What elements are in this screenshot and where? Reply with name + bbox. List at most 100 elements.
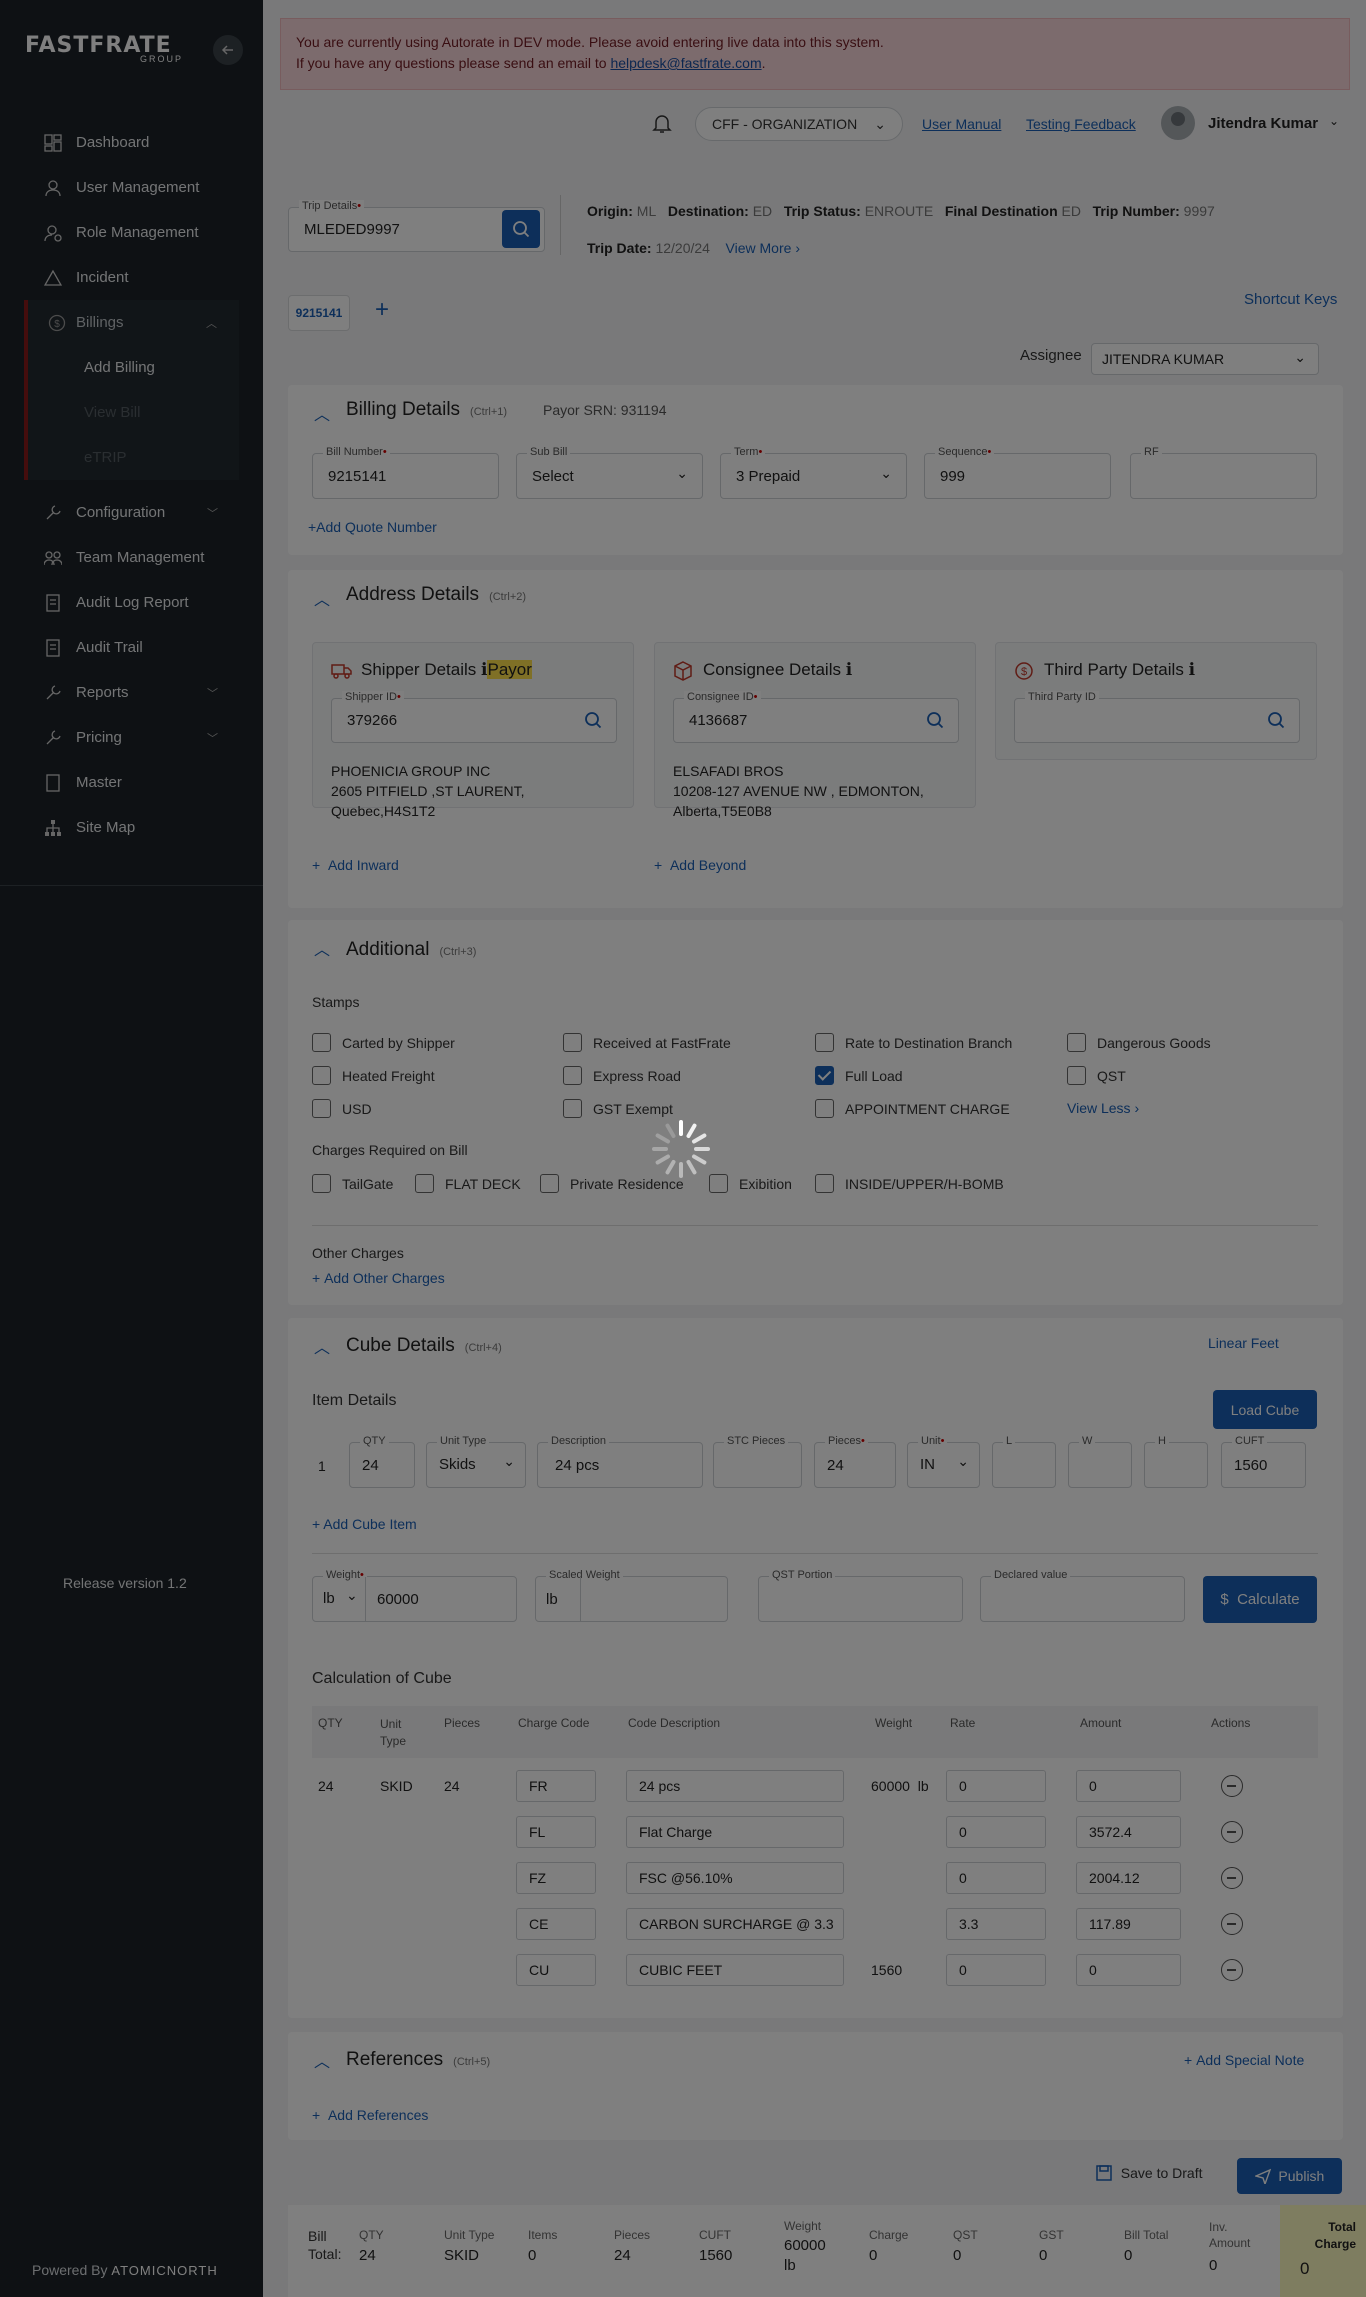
add-cube-item-link[interactable]: + Add Cube Item xyxy=(312,1516,417,1532)
height-field[interactable]: H xyxy=(1144,1435,1208,1488)
rate-input[interactable]: 0 xyxy=(946,1954,1046,1986)
checkbox-usd[interactable] xyxy=(312,1099,331,1118)
add-inward-link[interactable]: + Add Inward xyxy=(312,857,399,873)
sidebar-item-billings[interactable]: $ Billings ︿ xyxy=(28,300,239,345)
sidebar-item-site-map[interactable]: Site Map xyxy=(0,805,263,850)
code-description-input[interactable]: FSC @56.10% xyxy=(626,1862,844,1894)
checkbox-flat-deck[interactable] xyxy=(415,1174,434,1193)
checkbox-qst[interactable] xyxy=(1067,1066,1086,1085)
amount-input[interactable]: 3572.4 xyxy=(1076,1816,1181,1848)
user-name[interactable]: Jitendra Kumar xyxy=(1208,115,1318,132)
remove-row-icon[interactable] xyxy=(1221,1959,1243,1981)
amount-input[interactable]: 117.89 xyxy=(1076,1908,1181,1940)
collapse-sidebar-button[interactable] xyxy=(213,35,243,65)
sidebar-item-incident[interactable]: Incident xyxy=(0,255,263,300)
search-icon[interactable] xyxy=(926,711,944,729)
remove-row-icon[interactable] xyxy=(1221,1867,1243,1889)
weight-field[interactable]: Weight• lb ⌄ 60000 xyxy=(312,1569,517,1622)
checkbox-appointment-charge[interactable] xyxy=(815,1099,834,1118)
checkbox-gst-exempt[interactable] xyxy=(563,1099,582,1118)
helpdesk-email-link[interactable]: helpdesk@fastfrate.com xyxy=(610,55,761,71)
sidebar-item-dashboard[interactable]: Dashboard xyxy=(0,120,263,165)
bill-number-field[interactable]: Bill Number• 9215141 xyxy=(312,446,499,499)
checkbox-carted-by-shipper[interactable] xyxy=(312,1033,331,1052)
sub-bill-select[interactable]: Sub Bill Select ⌄ xyxy=(516,446,703,499)
rate-input[interactable]: 0 xyxy=(946,1862,1046,1894)
cuft-field[interactable]: CUFT 1560 xyxy=(1221,1435,1306,1488)
add-references-link[interactable]: + Add References xyxy=(312,2107,428,2123)
charge-code-input[interactable]: FR xyxy=(516,1770,596,1802)
scaled-weight-field[interactable]: Scaled Weight lb xyxy=(535,1569,728,1622)
consignee-id-field[interactable]: Consignee ID• 4136687 xyxy=(673,691,959,743)
pieces-field[interactable]: Pieces• 24 xyxy=(814,1435,896,1488)
user-manual-link[interactable]: User Manual xyxy=(922,116,1001,132)
amount-input[interactable]: 0 xyxy=(1076,1770,1181,1802)
sequence-field[interactable]: Sequence• 999 xyxy=(924,446,1111,499)
code-description-input[interactable]: CARBON SURCHARGE @ 3.3 xyxy=(626,1908,844,1940)
add-beyond-link[interactable]: + Add Beyond xyxy=(654,857,746,873)
declared-value-field[interactable]: Declared value xyxy=(980,1569,1185,1622)
checkbox-dangerous-goods[interactable] xyxy=(1067,1033,1086,1052)
sidebar-item-role-management[interactable]: Role Management xyxy=(0,210,263,255)
add-tab-icon[interactable]: + xyxy=(375,296,389,324)
unit-type-select[interactable]: Unit Type Skids ⌄ xyxy=(426,1435,526,1488)
chevron-up-icon[interactable]: ︿ xyxy=(314,2048,330,2072)
description-field[interactable]: Description 24 pcs xyxy=(537,1435,703,1488)
checkbox-express-road[interactable] xyxy=(563,1066,582,1085)
add-other-charges-link[interactable]: + Add Other Charges xyxy=(312,1270,445,1286)
weight-unit[interactable]: lb xyxy=(323,1590,335,1607)
rate-input[interactable]: 3.3 xyxy=(946,1908,1046,1940)
charge-code-input[interactable]: FZ xyxy=(516,1862,596,1894)
shipper-id-field[interactable]: Shipper ID• 379266 xyxy=(331,691,617,743)
charge-code-input[interactable]: FL xyxy=(516,1816,596,1848)
save-to-draft-button[interactable]: Save to Draft xyxy=(1095,2164,1202,2182)
organization-select[interactable]: CFF - ORGANIZATION ⌄ xyxy=(695,107,903,141)
sidebar-subitem-etrip[interactable]: eTRIP xyxy=(28,435,239,480)
sidebar-item-reports[interactable]: Reports ﹀ xyxy=(0,670,263,715)
testing-feedback-link[interactable]: Testing Feedback xyxy=(1026,116,1136,132)
sidebar-item-pricing[interactable]: Pricing ﹀ xyxy=(0,715,263,760)
chevron-up-icon[interactable]: ︿ xyxy=(314,936,330,960)
sidebar-item-configuration[interactable]: Configuration ﹀ xyxy=(0,490,263,535)
remove-row-icon[interactable] xyxy=(1221,1821,1243,1843)
search-icon[interactable] xyxy=(584,711,602,729)
calculate-button[interactable]: $ Calculate xyxy=(1203,1576,1317,1623)
rate-input[interactable]: 0 xyxy=(946,1770,1046,1802)
remove-row-icon[interactable] xyxy=(1221,1913,1243,1935)
publish-button[interactable]: Publish xyxy=(1237,2158,1342,2194)
length-field[interactable]: L xyxy=(992,1435,1056,1488)
stc-pieces-field[interactable]: STC Pieces xyxy=(713,1435,802,1488)
avatar[interactable] xyxy=(1161,106,1195,140)
qst-portion-field[interactable]: QST Portion xyxy=(758,1569,963,1622)
shortcut-keys-link[interactable]: Shortcut Keys xyxy=(1244,291,1337,308)
checkbox-heated-freight[interactable] xyxy=(312,1066,331,1085)
width-field[interactable]: W xyxy=(1068,1435,1132,1488)
chevron-up-icon[interactable]: ︿ xyxy=(314,586,330,610)
sidebar-item-master[interactable]: Master xyxy=(0,760,263,805)
linear-feet-link[interactable]: Linear Feet xyxy=(1208,1335,1279,1351)
checkbox-private-residence[interactable] xyxy=(540,1174,559,1193)
chevron-up-icon[interactable]: ︿ xyxy=(314,1334,330,1358)
checkbox-full-load[interactable] xyxy=(815,1066,834,1085)
term-select[interactable]: Term• 3 Prepaid ⌄ xyxy=(720,446,907,499)
bell-icon[interactable] xyxy=(651,112,673,134)
checkbox-tailgate[interactable] xyxy=(312,1174,331,1193)
code-description-input[interactable]: CUBIC FEET xyxy=(626,1954,844,1986)
charge-code-input[interactable]: CE xyxy=(516,1908,596,1940)
checkbox-rate-to-destination-branch[interactable] xyxy=(815,1033,834,1052)
sidebar-item-user-management[interactable]: User Management xyxy=(0,165,263,210)
add-quote-number-link[interactable]: +Add Quote Number xyxy=(308,519,437,535)
tab-bill-9215141[interactable]: 9215141 xyxy=(288,295,350,331)
sidebar-item-audit-log-report[interactable]: Audit Log Report xyxy=(0,580,263,625)
sidebar-item-team-management[interactable]: Team Management xyxy=(0,535,263,580)
assignee-select[interactable]: JITENDRA KUMAR ⌄ xyxy=(1091,343,1319,375)
load-cube-button[interactable]: Load Cube xyxy=(1213,1390,1317,1429)
sidebar-subitem-view-bill[interactable]: View Bill xyxy=(28,390,239,435)
search-icon[interactable] xyxy=(1267,711,1285,729)
charge-code-input[interactable]: CU xyxy=(516,1954,596,1986)
sidebar-item-audit-trail[interactable]: Audit Trail xyxy=(0,625,263,670)
chevron-up-icon[interactable]: ︿ xyxy=(314,401,330,425)
code-description-input[interactable]: 24 pcs xyxy=(626,1770,844,1802)
chevron-down-icon[interactable]: ⌄ xyxy=(1329,114,1339,128)
qty-field[interactable]: QTY 24 xyxy=(349,1435,415,1488)
